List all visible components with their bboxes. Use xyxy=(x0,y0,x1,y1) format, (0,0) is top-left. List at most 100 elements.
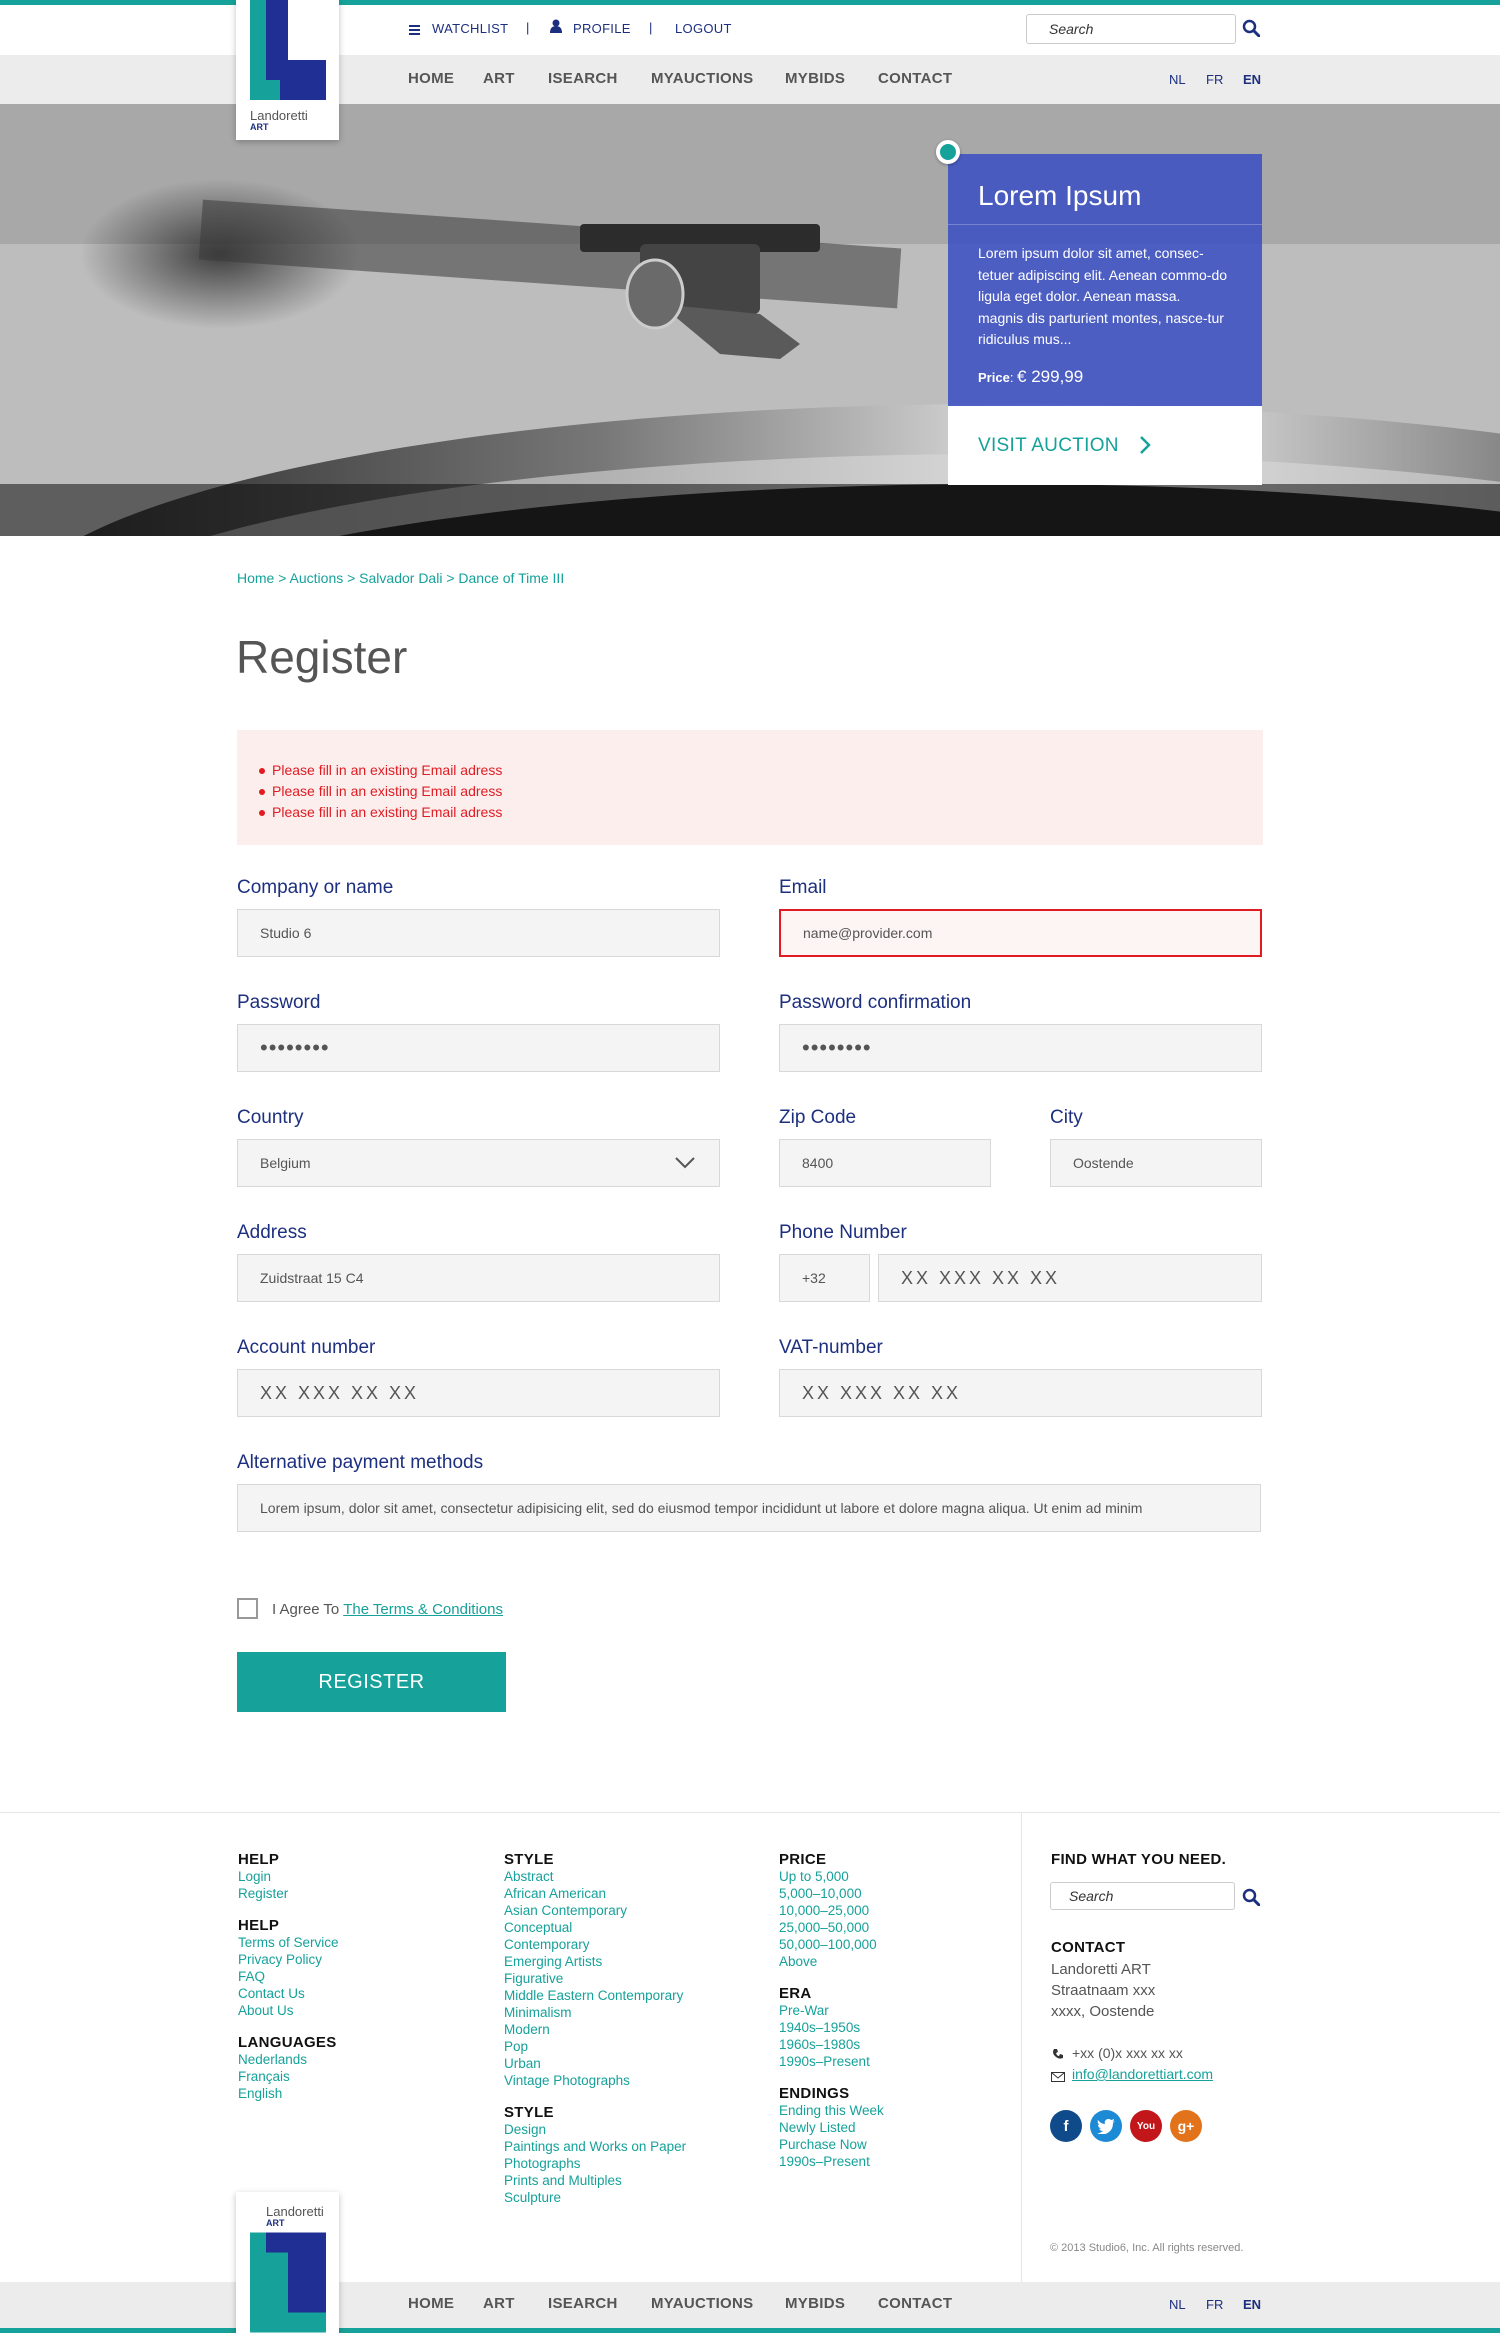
footer-link[interactable]: African American xyxy=(504,1885,686,1902)
footer-lang-nl[interactable]: NL xyxy=(1169,2297,1186,2312)
footer-link[interactable]: Modern xyxy=(504,2021,686,2038)
footer-link[interactable]: 10,000–25,000 xyxy=(779,1902,884,1919)
lang-fr[interactable]: FR xyxy=(1206,72,1223,87)
footer-nav-myauctions[interactable]: MYAUCTIONS xyxy=(651,2295,753,2312)
footer-link[interactable]: Vintage Photographs xyxy=(504,2072,686,2089)
password-confirmation-input[interactable]: •••••••• xyxy=(780,1025,1261,1071)
register-button[interactable]: REGISTER xyxy=(237,1652,506,1712)
footer-lang-fr[interactable]: FR xyxy=(1206,2297,1223,2312)
footer-link[interactable]: Conceptual xyxy=(504,1919,686,1936)
footer-lang-en[interactable]: EN xyxy=(1243,2297,1261,2312)
footer-link[interactable]: 1990s–Present xyxy=(779,2053,884,2070)
footer-link[interactable]: About Us xyxy=(238,2002,339,2019)
city-field[interactable] xyxy=(1050,1139,1262,1187)
footer-email[interactable]: info@landorettiart.com xyxy=(1072,2066,1213,2082)
phone-prefix-input[interactable] xyxy=(780,1255,869,1301)
footer-link[interactable]: FAQ xyxy=(238,1968,339,1985)
footer-link[interactable]: Newly Listed xyxy=(779,2119,884,2136)
city-input[interactable] xyxy=(1051,1140,1261,1186)
facebook-icon[interactable]: f xyxy=(1050,2110,1082,2142)
footer-link[interactable]: Pre-War xyxy=(779,2002,884,2019)
password-input[interactable]: •••••••• xyxy=(238,1025,719,1071)
footer-link[interactable]: Paintings and Works on Paper xyxy=(504,2138,686,2155)
footer-nav-contact[interactable]: CONTACT xyxy=(878,2295,952,2312)
phone-field[interactable]: XX XXX XX XX xyxy=(878,1254,1262,1302)
footer-link[interactable]: 50,000–100,000 xyxy=(779,1936,884,1953)
watchlist-link[interactable]: WATCHLIST xyxy=(432,21,508,36)
password-field[interactable]: •••••••• xyxy=(237,1024,720,1072)
footer-link[interactable]: 1940s–1950s xyxy=(779,2019,884,2036)
zip-input[interactable] xyxy=(780,1140,990,1186)
logout-link[interactable]: LOGOUT xyxy=(675,21,732,36)
nav-contact[interactable]: CONTACT xyxy=(878,70,952,87)
profile-link[interactable]: PROFILE xyxy=(573,21,631,36)
footer-link[interactable]: Emerging Artists xyxy=(504,1953,686,1970)
footer-link[interactable]: Photographs xyxy=(504,2155,686,2172)
footer-link[interactable]: Prints and Multiples xyxy=(504,2172,686,2189)
terms-checkbox[interactable] xyxy=(237,1598,258,1619)
footer-nav-isearch[interactable]: ISEARCH xyxy=(548,2295,618,2312)
email-input[interactable] xyxy=(781,911,1260,955)
search-icon[interactable] xyxy=(1242,1888,1261,1907)
alt-payment-input[interactable]: Lorem ipsum, dolor sit amet, consectetur… xyxy=(238,1485,1260,1531)
footer-logo[interactable]: Landoretti ART xyxy=(236,2192,339,2333)
footer-link[interactable]: Figurative xyxy=(504,1970,686,1987)
company-field[interactable] xyxy=(237,909,720,957)
footer-link[interactable]: English xyxy=(238,2085,339,2102)
footer-link[interactable]: Sculpture xyxy=(504,2189,686,2206)
footer-link[interactable]: Abstract xyxy=(504,1868,686,1885)
footer-link[interactable]: 1990s–Present xyxy=(779,2153,884,2170)
footer-link[interactable]: Contact Us xyxy=(238,1985,339,2002)
terms-link[interactable]: The Terms & Conditions xyxy=(343,1601,503,1618)
footer-nav-art[interactable]: ART xyxy=(483,2295,515,2312)
footer-link[interactable]: Urban xyxy=(504,2055,686,2072)
zip-field[interactable] xyxy=(779,1139,991,1187)
twitter-icon[interactable] xyxy=(1090,2110,1122,2142)
search-icon[interactable] xyxy=(1242,19,1261,38)
footer-link[interactable]: Above xyxy=(779,1953,884,1970)
footer-link[interactable]: Terms of Service xyxy=(238,1934,339,1951)
email-field[interactable] xyxy=(779,909,1262,957)
lang-nl[interactable]: NL xyxy=(1169,72,1186,87)
vat-field[interactable]: XX XXX XX XX xyxy=(779,1369,1262,1417)
footer-link[interactable]: Pop xyxy=(504,2038,686,2055)
footer-link[interactable]: Minimalism xyxy=(504,2004,686,2021)
footer-link[interactable]: Nederlands xyxy=(238,2051,339,2068)
footer-link[interactable]: Up to 5,000 xyxy=(779,1868,884,1885)
footer-link[interactable]: 25,000–50,000 xyxy=(779,1919,884,1936)
footer-link[interactable]: Asian Contemporary xyxy=(504,1902,686,1919)
phone-input[interactable]: XX XXX XX XX xyxy=(879,1255,1261,1301)
phone-prefix-field[interactable] xyxy=(779,1254,870,1302)
footer-search-input[interactable] xyxy=(1051,1883,1234,1909)
footer-link[interactable]: Purchase Now xyxy=(779,2136,884,2153)
footer-link[interactable]: Contemporary xyxy=(504,1936,686,1953)
breadcrumb[interactable]: Home > Auctions > Salvador Dali > Dance … xyxy=(237,570,564,586)
footer-link[interactable]: 5,000–10,000 xyxy=(779,1885,884,1902)
search-input[interactable] xyxy=(1027,15,1235,43)
nav-isearch[interactable]: ISEARCH xyxy=(548,70,618,87)
company-input[interactable] xyxy=(238,910,719,956)
footer-link[interactable]: Middle Eastern Contemporary xyxy=(504,1987,686,2004)
footer-link[interactable]: Privacy Policy xyxy=(238,1951,339,1968)
footer-search-field[interactable] xyxy=(1050,1882,1235,1910)
youtube-icon[interactable]: You xyxy=(1130,2110,1162,2142)
country-select[interactable]: Belgium xyxy=(237,1139,720,1187)
footer-nav-home[interactable]: HOME xyxy=(408,2295,454,2312)
footer-link[interactable]: Design xyxy=(504,2121,686,2138)
password-confirmation-field[interactable]: •••••••• xyxy=(779,1024,1262,1072)
footer-link[interactable]: Login xyxy=(238,1868,339,1885)
account-field[interactable]: XX XXX XX XX xyxy=(237,1369,720,1417)
account-input[interactable]: XX XXX XX XX xyxy=(238,1370,719,1416)
vat-input[interactable]: XX XXX XX XX xyxy=(780,1370,1261,1416)
googleplus-icon[interactable]: g+ xyxy=(1170,2110,1202,2142)
address-field[interactable] xyxy=(237,1254,720,1302)
footer-link[interactable]: Ending this Week xyxy=(779,2102,884,2119)
nav-mybids[interactable]: MYBIDS xyxy=(785,70,845,87)
logo[interactable]: Landoretti ART xyxy=(236,0,339,140)
search-field[interactable] xyxy=(1026,14,1236,44)
footer-link[interactable]: Register xyxy=(238,1885,339,1902)
footer-nav-mybids[interactable]: MYBIDS xyxy=(785,2295,845,2312)
nav-home[interactable]: HOME xyxy=(408,70,454,87)
nav-art[interactable]: ART xyxy=(483,70,515,87)
lang-en[interactable]: EN xyxy=(1243,72,1261,87)
